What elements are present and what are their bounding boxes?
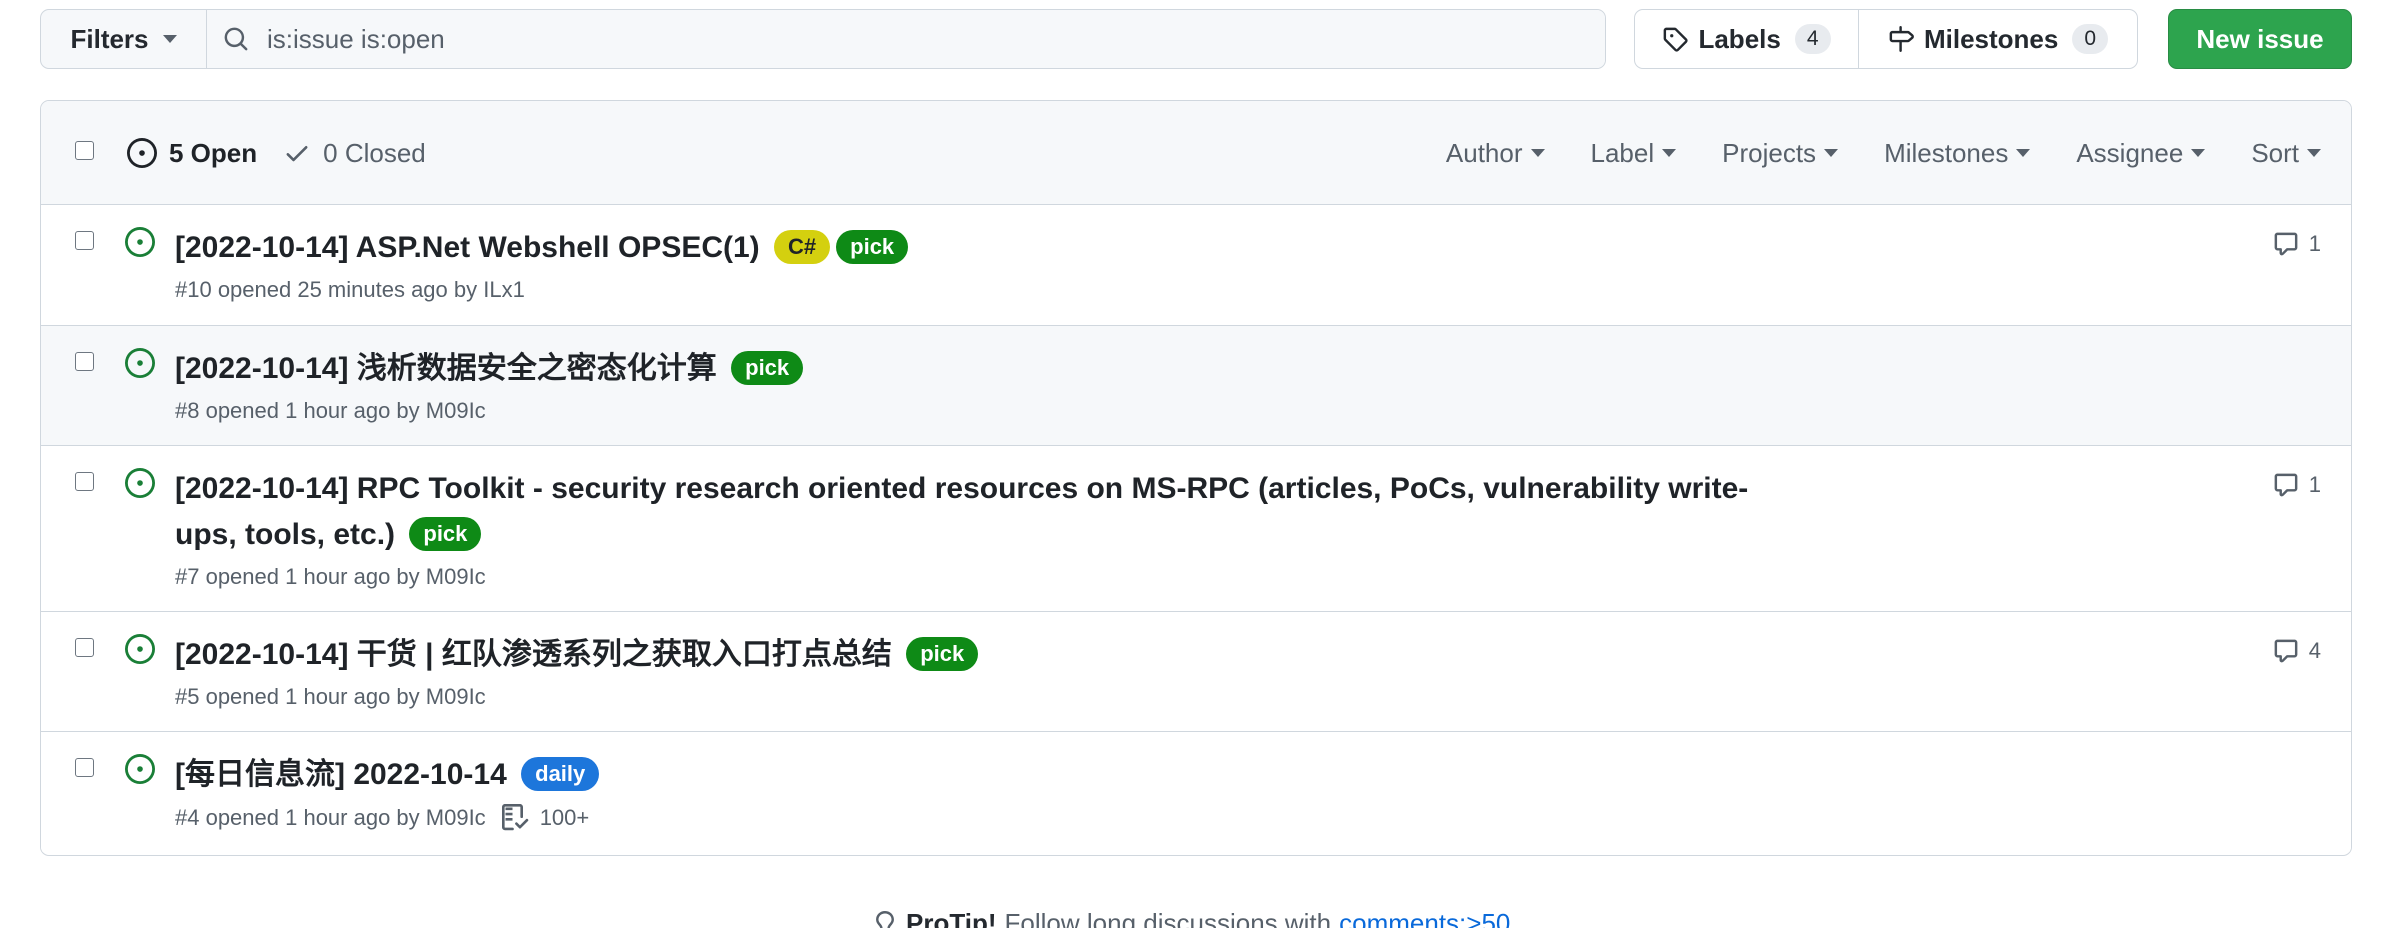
issue-checkbox[interactable] [75,231,94,250]
comments-link[interactable]: 1 [2273,231,2321,257]
milestones-button[interactable]: Milestones 0 [1859,10,2137,68]
issue-meta: #4 opened 1 hour ago by M09Ic [175,805,486,830]
closed-count-label: 0 Closed [323,137,426,168]
sort-label: Sort [2251,137,2299,168]
label-filter-label: Label [1590,137,1655,168]
issue-opened-icon [125,634,155,664]
issue-meta: #8 opened 1 hour ago by M09Ic [175,398,486,423]
issue-meta: #10 opened 25 minutes ago by ILx1 [175,277,525,302]
assignee-filter-label: Assignee [2076,137,2184,168]
labels-milestones-group: Labels 4 Milestones 0 [1634,9,2138,69]
filters-button[interactable]: Filters [41,10,207,68]
comment-icon [2274,473,2298,497]
issues-toolbar: Filters Labels 4 Milestones 0 New issue [40,9,2352,69]
tag-icon [1664,27,1689,52]
label-badge[interactable]: pick [731,351,804,385]
issue-body: [2022-10-14] ASP.Net Webshell OPSEC(1) C… [175,225,1795,303]
milestones-count: 0 [2072,24,2109,54]
search-input[interactable] [267,23,1467,55]
issue-body: [2022-10-14] RPC Toolkit - security rese… [175,466,1775,590]
closed-issues-tab[interactable]: 0 Closed [283,138,426,169]
issue-title-link[interactable]: [每日信息流] 2022-10-14 [175,758,507,791]
protip-link[interactable]: comments:>50 [1339,908,1510,928]
issue-body: [每日信息流] 2022-10-14 daily #4 opened 1 hou… [175,752,1795,832]
issue-opened-icon [125,348,155,378]
protip-prefix: ProTip! [906,908,997,928]
issue-body: [2022-10-14] 浅析数据安全之密态化计算 pick #8 opened… [175,346,1795,424]
comments-link[interactable]: 1 [2273,472,2321,498]
filter-facets: Author Label Projects Milestones Assigne… [1446,101,2321,205]
issue-meta: #5 opened 1 hour ago by M09Ic [175,684,486,709]
issue-row: [2022-10-14] RPC Toolkit - security rese… [41,446,2351,612]
comment-icon [2274,639,2298,663]
new-issue-button[interactable]: New issue [2168,9,2352,69]
chevron-down-icon [1662,149,1677,157]
milestones-filter[interactable]: Milestones [1884,137,2031,169]
check-icon [286,146,308,162]
tasklist-icon [501,804,528,831]
author-filter-label: Author [1445,137,1523,168]
label-badge[interactable]: pick [409,517,482,551]
task-count: 100+ [539,805,590,830]
issue-opened-icon [125,227,155,257]
sort-dropdown[interactable]: Sort [2251,138,2321,169]
issue-opened-icon [125,468,155,498]
chevron-down-icon [2191,149,2206,157]
comments-link[interactable]: 4 [2273,638,2321,664]
open-count-label: 5 Open [169,137,258,168]
issue-title-link[interactable]: [2022-10-14] 干货 | 红队渗透系列之获取入口打点总结 [175,638,892,671]
assignee-filter[interactable]: Assignee [2076,137,2206,169]
comment-icon [2274,232,2298,256]
lightbulb-icon [876,910,894,928]
state-toggle: 5 Open 0 Closed [127,101,426,205]
chevron-down-icon [1530,149,1545,157]
milestones-label: Milestones [1923,23,2059,54]
search-icon [224,27,248,51]
issue-checkbox[interactable] [75,352,94,371]
issue-checkbox[interactable] [75,638,94,657]
issues-list-header: 5 Open 0 Closed Author Label Projects Mi… [41,101,2351,205]
label-badge[interactable]: pick [836,230,909,264]
issues-list: 5 Open 0 Closed Author Label Projects Mi… [40,100,2352,856]
chevron-down-icon [2016,149,2031,157]
issue-checkbox[interactable] [75,472,94,491]
comment-count: 4 [2308,638,2321,663]
chevron-down-icon [2307,149,2321,157]
issue-title-link[interactable]: [2022-10-14] ASP.Net Webshell OPSEC(1) [175,231,760,264]
issue-row: [2022-10-14] 干货 | 红队渗透系列之获取入口打点总结 pick #… [41,612,2351,732]
comment-count: 1 [2308,472,2321,497]
protip-text: Follow long discussions with [1004,908,1332,928]
issue-row: [每日信息流] 2022-10-14 daily #4 opened 1 hou… [41,732,2351,852]
issue-title-link[interactable]: [2022-10-14] 浅析数据安全之密态化计算 [175,352,717,385]
labels-count: 4 [1794,24,1831,54]
protip: ProTip! Follow long discussions with com… [872,908,1510,928]
projects-filter-label: Projects [1722,137,1817,168]
label-badge[interactable]: daily [521,757,600,791]
labels-button[interactable]: Labels 4 [1635,10,1859,68]
chevron-down-icon [1824,149,1839,157]
select-all-checkbox[interactable] [75,141,94,160]
labels-label: Labels [1698,23,1781,54]
issue-opened-icon [125,754,155,784]
open-issues-tab[interactable]: 5 Open [127,138,257,169]
comment-count: 1 [2308,231,2321,256]
filters-label: Filters [70,23,149,54]
label-filter[interactable]: Label [1591,138,1677,169]
issue-row: [2022-10-14] 浅析数据安全之密态化计算 pick #8 opened… [41,326,2351,446]
label-badge[interactable]: pick [906,637,979,671]
milestones-filter-label: Milestones [1884,137,2009,168]
milestone-icon [1889,26,1914,52]
chevron-down-icon [162,35,177,43]
issue-row: [2022-10-14] ASP.Net Webshell OPSEC(1) C… [41,205,2351,326]
issue-opened-icon [127,138,157,168]
filter-bar: Filters [40,9,1606,69]
label-badge[interactable]: C# [774,230,831,264]
issue-checkbox[interactable] [75,758,94,777]
author-filter[interactable]: Author [1446,138,1545,169]
issue-body: [2022-10-14] 干货 | 红队渗透系列之获取入口打点总结 pick #… [175,632,1795,710]
issue-meta: #7 opened 1 hour ago by M09Ic [175,564,486,589]
search-field[interactable] [207,10,1605,68]
projects-filter[interactable]: Projects [1722,137,1839,169]
